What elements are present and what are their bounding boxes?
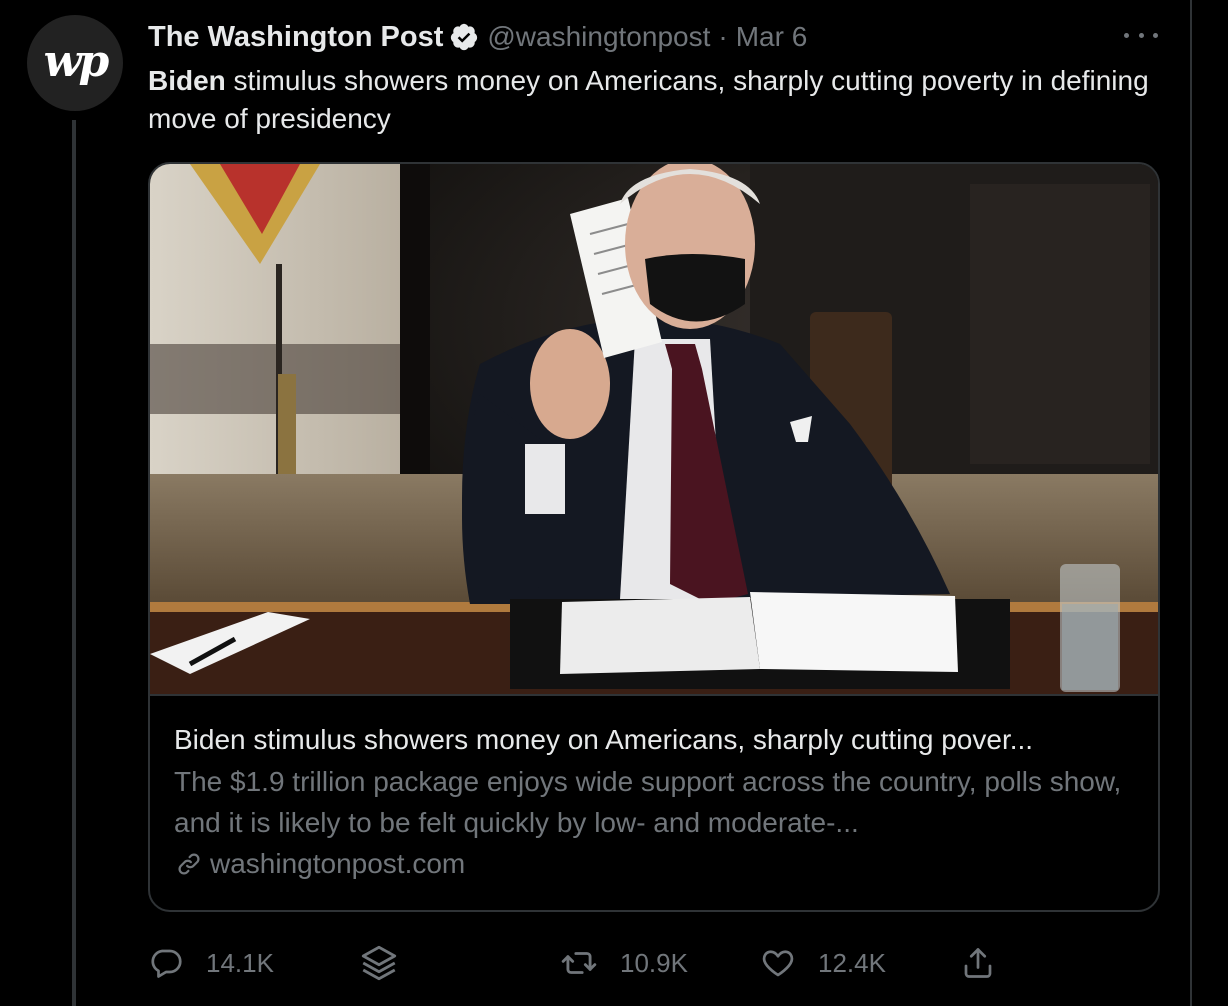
more-icon[interactable]: [1124, 20, 1158, 50]
card-image[interactable]: [150, 164, 1158, 696]
card-body: Biden stimulus showers money on American…: [174, 720, 1134, 884]
reply-count: 14.1K: [206, 947, 274, 978]
tweet-header: The Washington Post @washingtonpost · Ma…: [148, 18, 807, 56]
avatar[interactable]: wp: [27, 15, 123, 111]
card-domain[interactable]: washingtonpost.com: [174, 844, 1134, 884]
link-card[interactable]: Biden stimulus showers money on American…: [148, 162, 1160, 912]
tweet-date[interactable]: Mar 6: [736, 21, 808, 53]
separator-dot: ·: [718, 21, 728, 52]
reply-button[interactable]: 14.1K: [148, 940, 274, 986]
reply-icon: [151, 949, 182, 978]
avatar-logo: wp: [43, 35, 110, 87]
share-icon: [964, 948, 992, 978]
retweet-icon: [561, 952, 597, 974]
author-handle[interactable]: @washingtonpost: [487, 21, 710, 53]
heart-icon: [762, 950, 794, 977]
verified-badge-icon: [451, 23, 478, 51]
like-count: 12.4K: [818, 947, 886, 978]
thread-line: [72, 120, 76, 1006]
card-title[interactable]: Biden stimulus showers money on American…: [174, 720, 1134, 760]
retweet-button[interactable]: 10.9K: [560, 940, 688, 986]
card-description: The $1.9 trillion package enjoys wide su…: [174, 766, 1122, 838]
tweet-actions: 14.1K 10.9K 12.4K: [148, 940, 1008, 986]
retweet-count: 10.9K: [620, 947, 688, 978]
stack-icon: [361, 945, 397, 981]
tweet-text-body: stimulus showers money on Americans, sha…: [148, 65, 1149, 134]
stack-button[interactable]: [358, 940, 422, 986]
tweet[interactable]: wp The Washington Post @washingtonpost ·…: [0, 0, 1228, 1006]
like-button[interactable]: 12.4K: [760, 940, 886, 986]
tweet-text: Biden stimulus showers money on American…: [148, 62, 1158, 138]
share-button[interactable]: [960, 940, 1018, 986]
card-photo-illustration: [150, 164, 1158, 694]
link-icon: [178, 853, 200, 875]
author-name[interactable]: The Washington Post: [148, 21, 443, 54]
tweet-text-bold: Biden: [148, 65, 226, 96]
card-domain-text: washingtonpost.com: [210, 848, 466, 879]
column-border: [1190, 0, 1192, 1006]
